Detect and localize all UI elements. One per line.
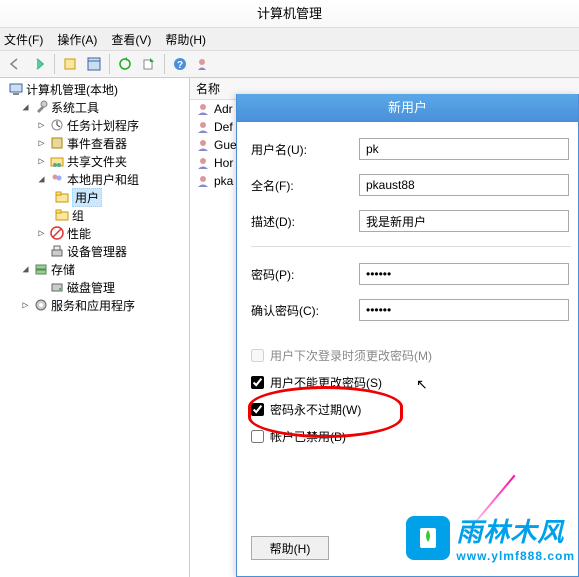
wrench-icon	[33, 99, 49, 115]
svg-text:?: ?	[177, 60, 183, 71]
menu-action[interactable]: 操作(A)	[57, 31, 97, 48]
services-icon	[33, 297, 49, 313]
menu-view[interactable]: 查看(V)	[111, 31, 151, 48]
tree-groups[interactable]: 组	[0, 206, 189, 224]
tree-task-scheduler[interactable]: ▷任务计划程序	[0, 116, 189, 134]
tree-root[interactable]: 计算机管理(本地)	[0, 80, 189, 98]
password-field[interactable]	[359, 263, 569, 285]
user-icon	[196, 120, 210, 134]
checkbox-account-disabled-label: 帐户已禁用(B)	[270, 428, 346, 445]
export-button[interactable]	[138, 53, 160, 75]
toolbar: ?	[0, 50, 579, 78]
add-user-button[interactable]	[193, 53, 215, 75]
checkbox-change-next-login	[251, 349, 264, 362]
refresh-button[interactable]	[114, 53, 136, 75]
tree-storage[interactable]: ◢存储	[0, 260, 189, 278]
help-button[interactable]: 帮助(H)	[251, 536, 329, 560]
clock-icon	[49, 117, 65, 133]
menu-bar: 文件(F) 操作(A) 查看(V) 帮助(H)	[0, 28, 579, 50]
checkbox-cannot-change[interactable]	[251, 376, 264, 389]
checkbox-never-expire[interactable]	[251, 403, 264, 416]
user-icon	[196, 138, 210, 152]
new-user-dialog: 新用户 用户名(U): 全名(F): 描述(D): 密码(P): 确认密码(C)…	[236, 94, 579, 577]
tree-system-tools[interactable]: ◢系统工具	[0, 98, 189, 116]
user-icon	[196, 174, 210, 188]
tree-event-viewer[interactable]: ▷事件查看器	[0, 134, 189, 152]
properties-button[interactable]	[83, 53, 105, 75]
fullname-field[interactable]	[359, 174, 569, 196]
description-field[interactable]	[359, 210, 569, 232]
watermark-url: www.ylmf888.com	[456, 549, 575, 563]
tree-performance[interactable]: ▷性能	[0, 224, 189, 242]
shared-folder-icon	[49, 153, 65, 169]
user-icon	[196, 156, 210, 170]
back-button[interactable]	[4, 53, 26, 75]
checkbox-change-next-login-label: 用户下次登录时须更改密码(M)	[270, 347, 432, 364]
folder-icon	[54, 207, 70, 223]
watermark-text: 雨林木风	[456, 512, 575, 549]
checkbox-never-expire-label: 密码永不过期(W)	[270, 401, 361, 418]
tree-users[interactable]: 用户	[0, 188, 189, 206]
description-label: 描述(D):	[251, 213, 359, 230]
fullname-label: 全名(F):	[251, 177, 359, 194]
tree-services-apps[interactable]: ▷服务和应用程序	[0, 296, 189, 314]
event-icon	[49, 135, 65, 151]
menu-file[interactable]: 文件(F)	[4, 31, 43, 48]
navigation-tree: 计算机管理(本地) ◢系统工具 ▷任务计划程序 ▷事件查看器 ▷共享文件夹 ◢本…	[0, 78, 190, 577]
username-field[interactable]	[359, 138, 569, 160]
checkbox-account-disabled[interactable]	[251, 430, 264, 443]
disk-icon	[49, 279, 65, 295]
tree-local-users-groups[interactable]: ◢本地用户和组	[0, 170, 189, 188]
dialog-title: 新用户	[237, 94, 578, 122]
menu-help[interactable]: 帮助(H)	[165, 31, 206, 48]
watermark-logo-icon	[406, 516, 450, 560]
help-button[interactable]: ?	[169, 53, 191, 75]
username-label: 用户名(U):	[251, 141, 359, 158]
users-icon	[49, 171, 65, 187]
window-title: 计算机管理	[0, 0, 579, 28]
tree-disk-management[interactable]: 磁盘管理	[0, 278, 189, 296]
confirm-password-field[interactable]	[359, 299, 569, 321]
password-label: 密码(P):	[251, 266, 359, 283]
storage-icon	[33, 261, 49, 277]
folder-icon	[54, 189, 70, 205]
confirm-password-label: 确认密码(C):	[251, 302, 359, 319]
watermark: 雨林木风 www.ylmf888.com	[406, 512, 575, 563]
user-icon	[196, 102, 210, 116]
checkbox-cannot-change-label: 用户不能更改密码(S)	[270, 374, 382, 391]
performance-icon	[49, 225, 65, 241]
new-item-button[interactable]	[59, 53, 81, 75]
tree-shared-folders[interactable]: ▷共享文件夹	[0, 152, 189, 170]
tree-device-manager[interactable]: 设备管理器	[0, 242, 189, 260]
forward-button[interactable]	[28, 53, 50, 75]
device-icon	[49, 243, 65, 259]
computer-icon	[8, 81, 24, 97]
